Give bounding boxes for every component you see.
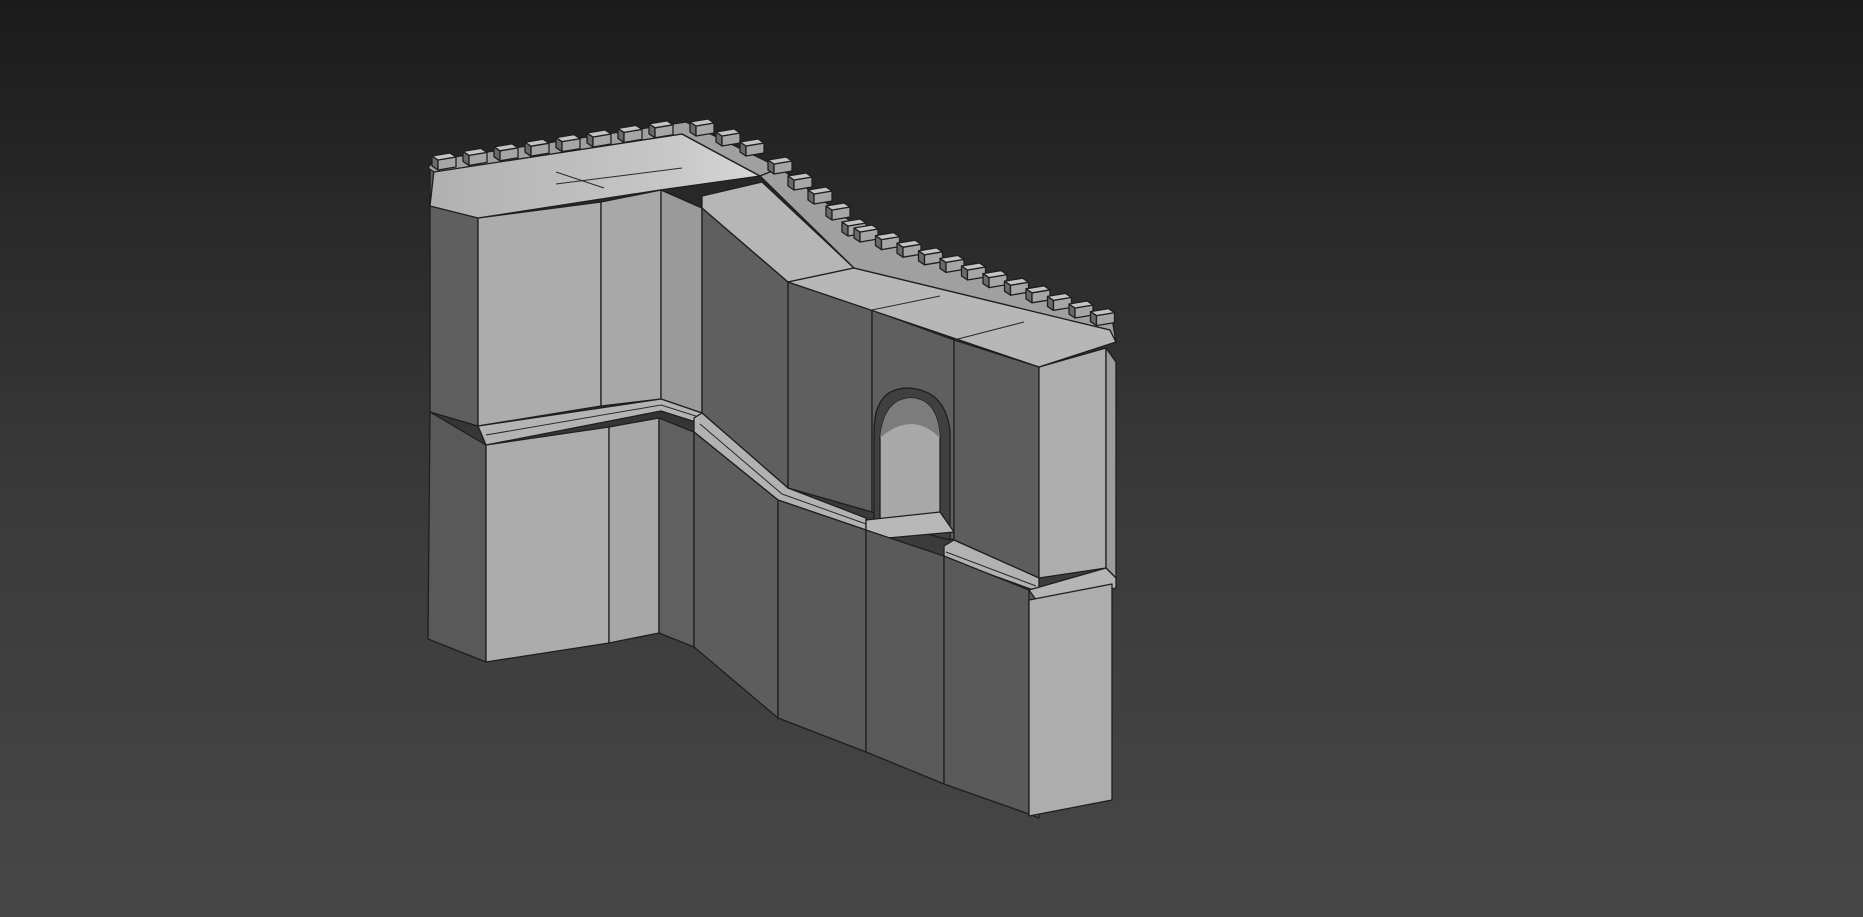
wall-model[interactable] [0, 0, 1863, 917]
left-front-upper-face-b [600, 189, 662, 407]
right-wall-lower-face-c [943, 555, 1030, 815]
right-wall-lower-face-b [865, 529, 945, 785]
right-tower-lower-face [1028, 583, 1113, 817]
right-tower-upper-side [1105, 347, 1117, 579]
right-tower-upper-face [1038, 347, 1107, 579]
corner-upper-face [660, 189, 703, 414]
right-wall-upper-face-c [953, 339, 1040, 579]
3d-viewport[interactable] [0, 0, 1863, 917]
left-front-lower-face-a [485, 426, 610, 663]
right-wall-upper-face-a [787, 281, 873, 513]
left-front-upper-face-a [477, 201, 602, 427]
right-wall-lower-face-a [777, 499, 867, 753]
left-side-lower-face [427, 411, 487, 663]
corner-lower-face [658, 417, 695, 648]
left-front-lower-face-b [608, 417, 660, 644]
